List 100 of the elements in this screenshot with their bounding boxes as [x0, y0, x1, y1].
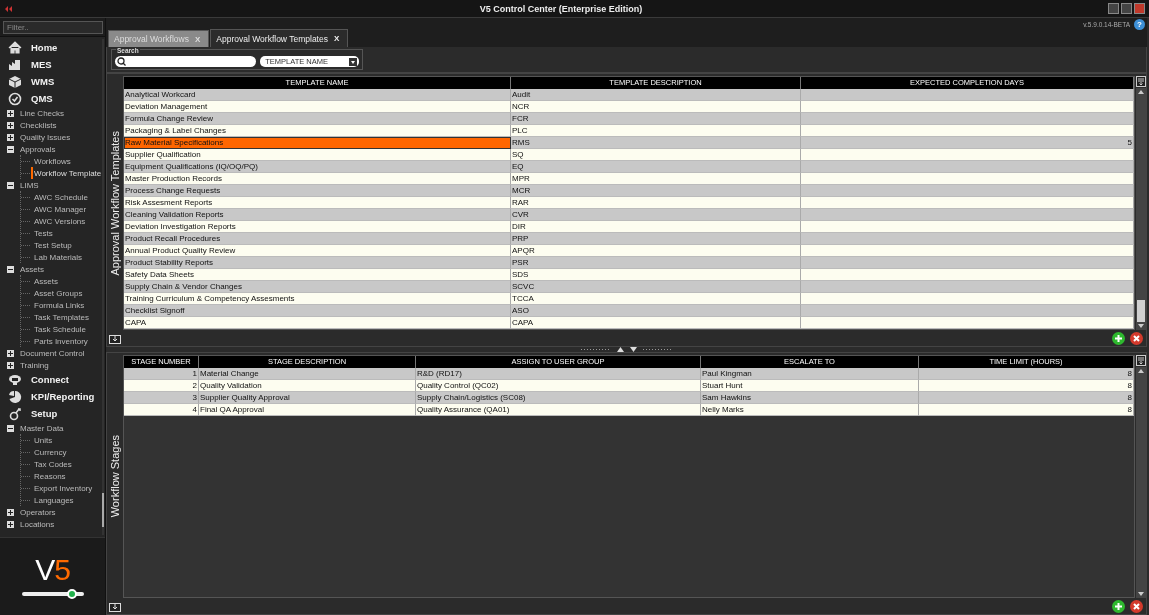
- expand-icon[interactable]: [7, 133, 14, 141]
- table-cell[interactable]: SDS: [511, 269, 801, 281]
- table-cell[interactable]: [801, 149, 1134, 161]
- sidebar-item[interactable]: Parts Inventory: [34, 336, 88, 346]
- table-cell[interactable]: Formula Change Review: [124, 113, 511, 125]
- table-cell[interactable]: 1: [124, 368, 199, 380]
- sidebar-item[interactable]: AWC Versions: [34, 216, 86, 226]
- table-cell[interactable]: Process Change Requests: [124, 185, 511, 197]
- table-cell[interactable]: 2: [124, 380, 199, 392]
- sidebar-item[interactable]: Lab Materials: [34, 252, 83, 262]
- sidebar-item[interactable]: Tax Codes: [34, 459, 72, 469]
- search-field[interactable]: [115, 56, 257, 67]
- table-cell[interactable]: Quality Validation: [199, 380, 416, 392]
- table-cell[interactable]: CAPA: [124, 317, 511, 329]
- scroll-down-icon[interactable]: [1136, 590, 1146, 598]
- table-cell[interactable]: [801, 257, 1134, 269]
- table-cell[interactable]: [801, 245, 1134, 257]
- table-cell[interactable]: Quality Control (QC02): [416, 380, 701, 392]
- maximize-button[interactable]: [1121, 3, 1132, 14]
- table-cell[interactable]: Analytical Workcard: [124, 89, 511, 101]
- expand-icon[interactable]: [7, 361, 14, 369]
- sidebar-item[interactable]: Operators: [20, 507, 56, 517]
- table-cell[interactable]: Product Stability Reports: [124, 257, 511, 269]
- sidebar-item[interactable]: Connect: [31, 374, 69, 385]
- table-cell[interactable]: Stuart Hunt: [701, 380, 919, 392]
- sidebar-item[interactable]: Setup: [31, 408, 58, 419]
- table-cell[interactable]: Product Recall Procedures: [124, 233, 511, 245]
- sidebar-item[interactable]: Assets: [20, 264, 44, 274]
- sidebar-item[interactable]: Task Schedule: [34, 324, 87, 334]
- table-cell[interactable]: [801, 113, 1134, 125]
- add-icon[interactable]: [1112, 331, 1125, 345]
- table-cell[interactable]: 8: [919, 392, 1134, 404]
- table-cell[interactable]: Paul Kingman: [701, 368, 919, 380]
- sidebar-item[interactable]: Master Data: [20, 423, 64, 433]
- table-cell[interactable]: Annual Product Quality Review: [124, 245, 511, 257]
- table-cell[interactable]: [801, 281, 1134, 293]
- splitter-grip-icon[interactable]: [642, 348, 673, 351]
- table-cell[interactable]: [801, 317, 1134, 329]
- delete-icon[interactable]: [1130, 331, 1143, 345]
- table-cell[interactable]: Quality Assurance (QA01): [416, 404, 701, 416]
- table-cell[interactable]: SQ: [511, 149, 801, 161]
- add-icon[interactable]: [1112, 599, 1125, 613]
- table-cell[interactable]: PRP: [511, 233, 801, 245]
- sidebar-item[interactable]: Workflow Template: [34, 168, 102, 178]
- expand-icon[interactable]: [7, 121, 14, 129]
- table-cell[interactable]: [801, 293, 1134, 305]
- filter-field[interactable]: Filter..: [3, 21, 103, 34]
- scroll-up-icon[interactable]: [1136, 367, 1146, 375]
- table-cell[interactable]: 5: [801, 137, 1134, 149]
- table-cell[interactable]: NCR: [511, 101, 801, 113]
- scrollbar-thumb[interactable]: [1137, 300, 1145, 322]
- table-cell[interactable]: [801, 233, 1134, 245]
- expand-icon[interactable]: [7, 508, 14, 516]
- collapse-icon[interactable]: [7, 181, 14, 189]
- table-cell[interactable]: 3: [124, 392, 199, 404]
- sidebar-item[interactable]: Test Setup: [34, 240, 72, 250]
- table-cell[interactable]: Training Curriculum & Competency Assesments: [124, 293, 511, 305]
- column-chooser-icon[interactable]: [1136, 355, 1146, 366]
- table-cell[interactable]: CAPA: [511, 317, 801, 329]
- table-cell[interactable]: 4: [124, 404, 199, 416]
- table-cell[interactable]: TCCA: [511, 293, 801, 305]
- sidebar-item[interactable]: Document Control: [20, 348, 85, 358]
- close-button[interactable]: X: [333, 34, 340, 43]
- sidebar-item[interactable]: AWC Schedule: [34, 192, 88, 202]
- table-cell[interactable]: [801, 161, 1134, 173]
- scrollbar[interactable]: [1136, 88, 1146, 330]
- table-cell[interactable]: Audit: [511, 89, 801, 101]
- table-cell[interactable]: [801, 101, 1134, 113]
- sidebar-item[interactable]: MES: [31, 59, 52, 70]
- table-cell[interactable]: [801, 209, 1134, 221]
- table-cell[interactable]: Supply Chain & Vendor Changes: [124, 281, 511, 293]
- table-cell[interactable]: [801, 197, 1134, 209]
- slider-thumb[interactable]: [67, 588, 78, 599]
- table-cell[interactable]: [801, 185, 1134, 197]
- table-cell[interactable]: Risk Assesment Reports: [124, 197, 511, 209]
- sidebar-item[interactable]: LIMS: [20, 180, 39, 190]
- table-cell[interactable]: 8: [919, 380, 1134, 392]
- sidebar-item[interactable]: Reasons: [34, 471, 66, 481]
- scrollbar[interactable]: [1136, 367, 1146, 598]
- table-cell[interactable]: [801, 269, 1134, 281]
- table-cell[interactable]: Deviation Investigation Reports: [124, 221, 511, 233]
- sidebar-item[interactable]: Units: [34, 435, 53, 445]
- table-cell[interactable]: Safety Data Sheets: [124, 269, 511, 281]
- sidebar-item[interactable]: Task Templates: [34, 312, 89, 322]
- table-cell[interactable]: [801, 89, 1134, 101]
- export-icon[interactable]: [109, 600, 121, 612]
- collapse-icon[interactable]: [7, 424, 14, 432]
- table-cell[interactable]: [801, 125, 1134, 137]
- sidebar-item[interactable]: Approvals: [20, 144, 56, 154]
- table-cell[interactable]: MCR: [511, 185, 801, 197]
- sidebar-item[interactable]: Languages: [34, 495, 74, 505]
- sidebar-item[interactable]: Export Inventory: [34, 483, 93, 493]
- splitter-grip-icon[interactable]: [580, 348, 611, 351]
- sidebar-item[interactable]: Home: [31, 42, 58, 53]
- table-cell[interactable]: PSR: [511, 257, 801, 269]
- sidebar-item[interactable]: Assets: [34, 276, 58, 286]
- sidebar-item[interactable]: Formula Links: [34, 300, 85, 310]
- table-cell[interactable]: [801, 221, 1134, 233]
- table-cell[interactable]: MPR: [511, 173, 801, 185]
- scroll-up-icon[interactable]: [1136, 88, 1146, 96]
